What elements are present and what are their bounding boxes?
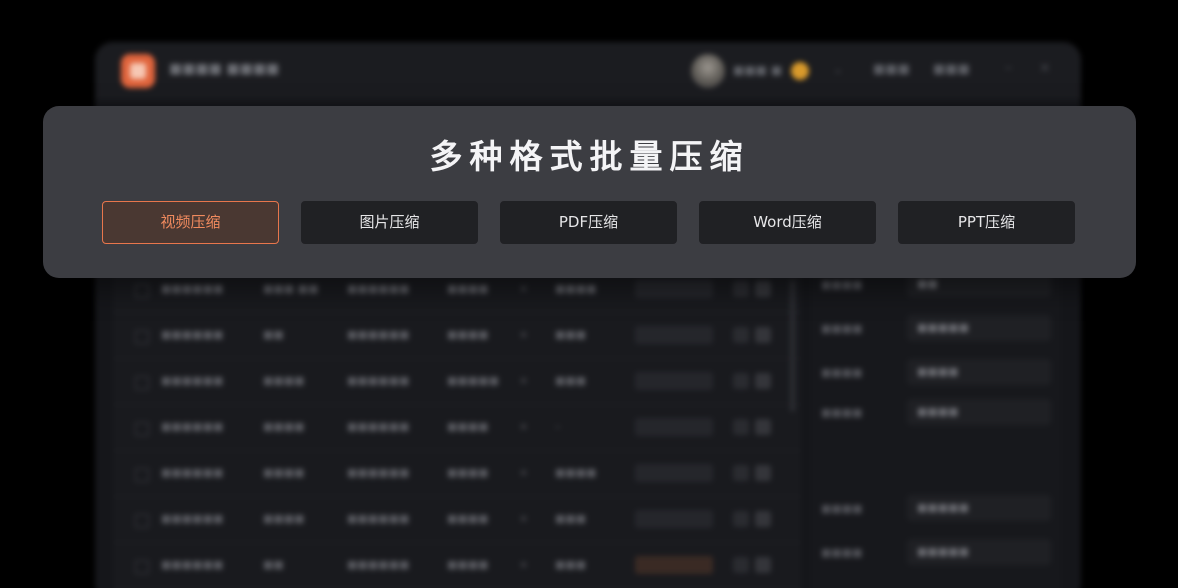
top-link-2-blurred[interactable]: ■■■ (933, 62, 970, 77)
tab-word-compress[interactable]: Word压缩 (699, 201, 876, 244)
avatar[interactable] (691, 54, 725, 88)
tab-ppt-compress[interactable]: PPT压缩 (898, 201, 1075, 244)
setting-row[interactable]: ■■■■ ■■■■■ ⌄ (821, 536, 1051, 570)
overlay-title: 多种格式批量压缩 (429, 137, 750, 176)
setting-row[interactable]: ■■■■ ■■■■ ⌄ (821, 356, 1051, 390)
format-overlay-card: 多种格式批量压缩 视频压缩 图片压缩 PDF压缩 Word压缩 PPT压缩 (43, 106, 1136, 278)
table-row[interactable]: ■■■■■■ ■■■■ ■■■■■■ ■■■■ × – (113, 406, 801, 451)
setting-row[interactable]: ■■■■ ■■■■■ ⌄ (821, 492, 1051, 526)
tab-video-compress[interactable]: 视频压缩 (102, 201, 279, 244)
title-bar: ■■■■ ■■■■ ■■■ ■ ⌄ ■■■ ■■■ – × (95, 42, 1081, 100)
table-row[interactable]: ■■■■■■ ■■■■ ■■■■■■ ■■■■ × ■■■ (113, 498, 801, 543)
tab-image-compress[interactable]: 图片压缩 (301, 201, 478, 244)
table-row[interactable]: ■■■■■■ ■■ ■■■■■■ ■■■■ × ■■■ (113, 314, 801, 359)
tab-pdf-compress[interactable]: PDF压缩 (500, 201, 677, 244)
user-name-blurred: ■■■ ■ (733, 63, 783, 77)
vip-coin-icon (791, 62, 809, 80)
close-icon[interactable]: × (1039, 60, 1051, 76)
format-tabs: 视频压缩 图片压缩 PDF压缩 Word压缩 PPT压缩 (102, 201, 1077, 244)
table-row[interactable]: ■■■■■■ ■■■■ ■■■■■■ ■■■■ × ■■■■ (113, 452, 801, 497)
setting-row[interactable]: ■■■■ ■■■■■ ⌄ (821, 312, 1051, 346)
minimize-icon[interactable]: – (1005, 60, 1012, 76)
screenshot-stage: ■■■■ ■■■■ ■■■ ■ ⌄ ■■■ ■■■ – × ■■■ ■■■ ■■■ … (0, 0, 1178, 588)
table-row[interactable]: ■■■■■■ ■■■■ ■■■■■■ ■■■■■ × ■■■ (113, 360, 801, 405)
app-logo-icon (121, 54, 155, 88)
list-scrollbar[interactable] (790, 280, 795, 412)
chevron-down-icon[interactable]: ⌄ (833, 62, 843, 76)
table-row[interactable]: ■■■■■■ ■■ ■■■■■■ ■■■■ × ■■■ (113, 544, 801, 588)
setting-row[interactable]: ■■■■ ■■■■ (821, 396, 1051, 430)
app-name-blurred: ■■■■ ■■■■ (169, 61, 280, 77)
top-link-1-blurred[interactable]: ■■■ (873, 62, 910, 77)
